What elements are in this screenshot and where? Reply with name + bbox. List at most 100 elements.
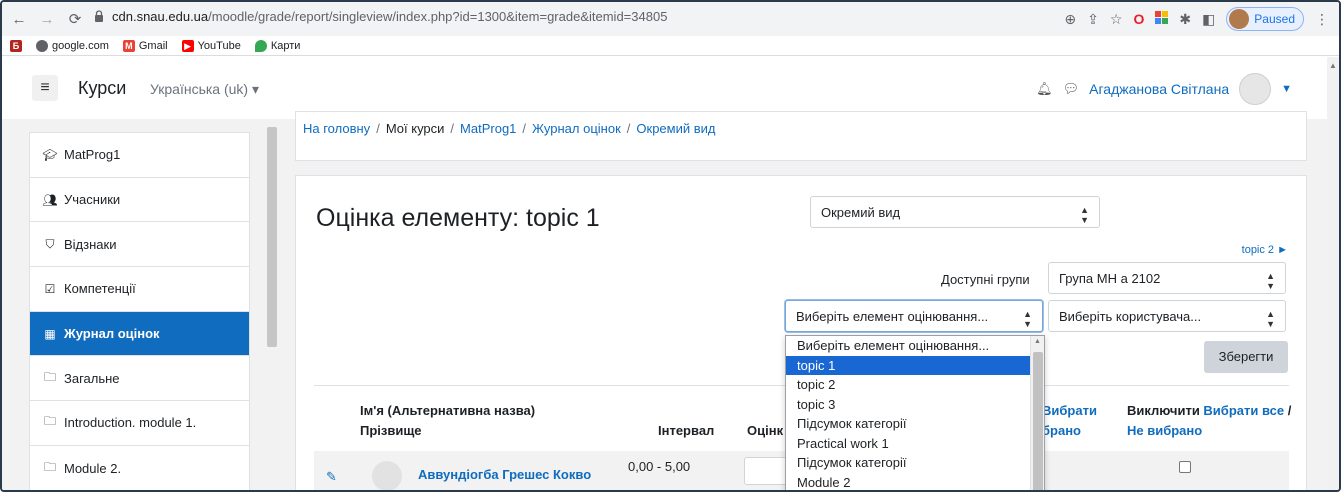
bookmark-maps[interactable]: Карти — [254, 39, 301, 52]
forward-arrow-icon[interactable]: → — [36, 11, 58, 28]
group-select[interactable]: Група МН а 2102 ▲ ▼ — [1048, 262, 1286, 294]
drawer-item-label: Загальне — [64, 370, 120, 386]
dropdown-option[interactable]: Підсумок категорії — [786, 453, 1030, 473]
exclude-checkbox[interactable] — [1179, 461, 1191, 473]
drawer-item-participants[interactable]: 👥︎ Учасники — [30, 178, 249, 223]
column-header-name[interactable]: Ім'я (Альтернативна назва) Прізвище — [360, 401, 535, 441]
site-brand[interactable]: Курси — [78, 78, 126, 99]
bookmark-label: Карти — [270, 39, 301, 52]
edit-pencil-icon[interactable]: ✎ — [326, 469, 337, 485]
bookmark-label: YouTube — [197, 39, 241, 52]
dropdown-option[interactable]: Підсумок категорії — [786, 414, 1030, 434]
grade-item-select[interactable]: Виберіть елемент оцінювання... ▲ ▼ — [785, 300, 1043, 332]
drawer-item-badges[interactable]: ⛉ Відзнаки — [30, 222, 249, 268]
drawer-item-label: Module 2. — [64, 460, 122, 476]
language-menu[interactable]: Українська (uk) ▾ — [150, 81, 259, 98]
bookmark-star-icon[interactable]: ☆ — [1110, 11, 1123, 28]
user-menu-caret-icon[interactable]: ▼ — [1281, 83, 1292, 95]
breadcrumb-course[interactable]: MatProg1 — [460, 121, 516, 136]
users-icon: 👥︎ — [42, 192, 58, 207]
grade-interval: 0,00 - 5,00 — [628, 459, 691, 474]
user-select[interactable]: Виберіть користувача... ▲ ▼ — [1048, 300, 1286, 332]
bookmarks-bar: Б google.com M Gmail ▶ YouTube Карти — [2, 36, 1339, 56]
drawer-item-general[interactable]: 🗀 Загальне — [30, 356, 249, 402]
reload-icon[interactable]: ⟳ — [64, 10, 86, 28]
drawer-scrollbar-thumb[interactable] — [267, 127, 277, 347]
breadcrumb-current[interactable]: Окремий вид — [636, 121, 715, 136]
back-arrow-icon[interactable]: ← — [8, 11, 30, 28]
save-button[interactable]: Зберегти — [1204, 341, 1288, 373]
column-header-interval: Інтервал — [658, 423, 715, 438]
override-select-none-link[interactable]: брано — [1042, 423, 1081, 438]
browser-window: ← → ⟳ cdn.snau.edu.ua/moodle/grade/repor… — [0, 0, 1341, 492]
exclude-label: Виключити — [1127, 403, 1204, 418]
dropdown-option[interactable]: topic 2 — [786, 375, 1030, 395]
drawer-item-module-1[interactable]: 🗀 Introduction. module 1. — [30, 401, 249, 446]
select-arrow-icon: ▲ ▼ — [1266, 271, 1275, 291]
dropdown-option[interactable]: Виберіть елемент оцінювання... — [786, 336, 1030, 356]
drawer-item-gradebook[interactable]: ▦ Журнал оцінок — [30, 311, 249, 357]
drawer-item-competencies[interactable]: ☑ Компетенції — [30, 267, 249, 312]
dropdown-option[interactable]: topic 3 — [786, 395, 1030, 415]
next-item-link[interactable]: topic 2 ► — [1242, 244, 1288, 256]
bookmark-label: google.com — [52, 39, 109, 52]
breadcrumb-separator: / — [522, 121, 527, 136]
address-bar[interactable]: cdn.snau.edu.ua/moodle/grade/report/sing… — [112, 9, 667, 24]
breadcrumb-my-courses: Мої курси — [385, 121, 445, 136]
drawer-item-label: Учасники — [64, 192, 121, 208]
graduation-cap-icon: 🎓︎ — [42, 147, 58, 162]
breadcrumb-separator: / — [450, 121, 455, 136]
dropdown-option-highlighted[interactable]: topic 1 — [786, 355, 1030, 375]
scroll-up-icon[interactable]: ▲ — [1034, 338, 1041, 345]
folder-icon: 🗀 — [43, 414, 56, 429]
lock-icon[interactable] — [94, 10, 104, 22]
drawer-scrollbar[interactable] — [264, 119, 278, 490]
folder-icon: 🗀 — [43, 369, 56, 384]
exclude-separator: / — [1284, 403, 1292, 418]
scroll-up-icon[interactable]: ▲ — [1329, 61, 1337, 73]
bookmark-youtube[interactable]: ▶ YouTube — [181, 39, 241, 52]
breadcrumb-gradebook[interactable]: Журнал оцінок — [532, 121, 621, 136]
group-select-value: Група МН а 2102 — [1059, 271, 1161, 286]
breadcrumb: На головну / Мої курси / MatProg1 / Журнал оці… — [303, 121, 715, 136]
b-logo-icon: Б — [10, 39, 22, 52]
side-panel-icon[interactable]: ◧ — [1202, 11, 1215, 28]
bookmark-b[interactable]: Б — [10, 39, 22, 52]
dropdown-scrollbar[interactable]: ▲ — [1030, 336, 1044, 490]
view-select[interactable]: Окремий вид ▲ ▼ — [810, 196, 1100, 228]
menu-kebab-icon[interactable]: ⋮ — [1315, 11, 1329, 28]
notification-bell-icon[interactable]: 🔔︎ — [1036, 81, 1053, 97]
share-icon[interactable]: ⇪ — [1087, 11, 1099, 28]
override-select-all-link[interactable]: Вибрати — [1042, 403, 1097, 418]
exclude-select-all-link[interactable]: Вибрати все — [1203, 403, 1284, 418]
gmail-icon: M — [122, 39, 135, 52]
groups-label: Доступні групи — [941, 272, 1030, 287]
dropdown-option[interactable]: Practical work 1 — [786, 434, 1030, 454]
color-extension-icon[interactable] — [1155, 11, 1169, 27]
hamburger-menu-icon[interactable]: ≡ — [32, 75, 58, 101]
page-scrollbar[interactable]: ▲ — [1327, 57, 1339, 490]
user-avatar[interactable] — [1239, 73, 1272, 105]
column-header-name-line2: Прізвище — [360, 423, 422, 438]
profile-button[interactable]: Paused — [1226, 7, 1304, 31]
student-name-link[interactable]: Аввундіогба Грешес Кокво — [418, 467, 591, 482]
table-icon: ▦ — [44, 326, 56, 341]
user-name[interactable]: Агаджанова Світлана — [1089, 81, 1229, 97]
drawer-item-module-2[interactable]: 🗀 Module 2. — [30, 446, 249, 490]
bookmark-gmail[interactable]: M Gmail — [122, 39, 168, 52]
exclude-select-none-link[interactable]: Не вибрано — [1127, 423, 1202, 438]
bookmark-google[interactable]: google.com — [36, 39, 109, 52]
maps-pin-icon — [254, 39, 267, 52]
profile-status: Paused — [1254, 12, 1295, 26]
breadcrumb-home[interactable]: На головну — [303, 121, 370, 136]
zoom-icon[interactable]: ⊕ — [1064, 11, 1076, 28]
browser-toolbar: ← → ⟳ cdn.snau.edu.ua/moodle/grade/repor… — [2, 2, 1339, 36]
opera-icon[interactable]: O — [1133, 11, 1144, 27]
messages-icon[interactable]: 💬︎ — [1063, 81, 1080, 97]
shield-icon: ⛉ — [45, 236, 55, 251]
dropdown-scrollbar-thumb[interactable] — [1033, 352, 1043, 490]
column-header-name-line1: Ім'я (Альтернативна назва) — [360, 403, 536, 418]
extensions-puzzle-icon[interactable]: ✱ — [1179, 11, 1191, 28]
dropdown-option[interactable]: Module 2 — [786, 473, 1030, 491]
drawer-item-course[interactable]: 🎓︎ MatProg1 — [30, 133, 249, 178]
